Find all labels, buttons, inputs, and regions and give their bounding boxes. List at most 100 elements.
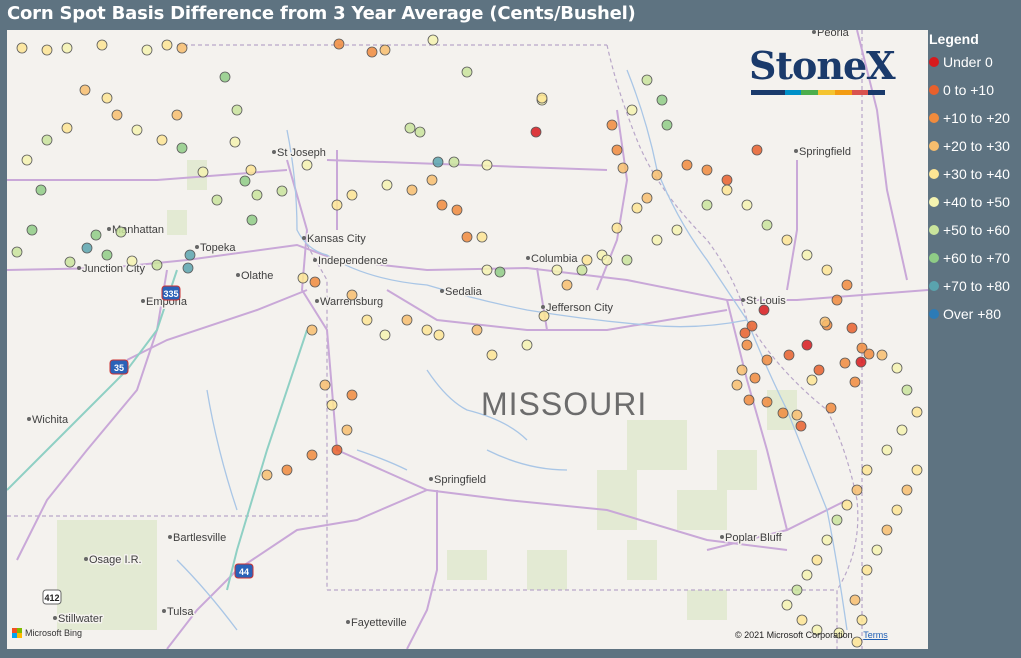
basis-point[interactable] xyxy=(795,420,807,432)
basis-point[interactable] xyxy=(626,104,638,116)
basis-point[interactable] xyxy=(821,534,833,546)
basis-point[interactable] xyxy=(306,324,318,336)
legend-item[interactable]: +10 to +20 xyxy=(929,108,1010,128)
basis-point[interactable] xyxy=(819,316,831,328)
basis-point[interactable] xyxy=(461,66,473,78)
legend-item[interactable]: +20 to +30 xyxy=(929,136,1010,156)
basis-point[interactable] xyxy=(251,189,263,201)
basis-point[interactable] xyxy=(881,444,893,456)
basis-point[interactable] xyxy=(611,144,623,156)
basis-point[interactable] xyxy=(426,174,438,186)
basis-point[interactable] xyxy=(421,324,433,336)
basis-point[interactable] xyxy=(64,256,76,268)
basis-point[interactable] xyxy=(576,264,588,276)
basis-point[interactable] xyxy=(141,44,153,56)
basis-point[interactable] xyxy=(801,339,813,351)
basis-point[interactable] xyxy=(876,349,888,361)
basis-point[interactable] xyxy=(781,234,793,246)
basis-point[interactable] xyxy=(131,124,143,136)
basis-point[interactable] xyxy=(346,189,358,201)
legend-item[interactable]: Over +80 xyxy=(929,304,1001,324)
basis-point[interactable] xyxy=(486,349,498,361)
basis-point[interactable] xyxy=(432,156,444,168)
legend-item[interactable]: +40 to +50 xyxy=(929,192,1010,212)
basis-point[interactable] xyxy=(551,264,563,276)
basis-point[interactable] xyxy=(701,164,713,176)
basis-point[interactable] xyxy=(621,254,633,266)
basis-point[interactable] xyxy=(219,71,231,83)
basis-point[interactable] xyxy=(538,310,550,322)
basis-point[interactable] xyxy=(863,348,875,360)
basis-point[interactable] xyxy=(231,104,243,116)
basis-point[interactable] xyxy=(896,424,908,436)
basis-point[interactable] xyxy=(81,242,93,254)
basis-point[interactable] xyxy=(801,249,813,261)
basis-point[interactable] xyxy=(239,175,251,187)
basis-point[interactable] xyxy=(783,349,795,361)
basis-point[interactable] xyxy=(366,46,378,58)
basis-point[interactable] xyxy=(182,262,194,274)
basis-point[interactable] xyxy=(831,514,843,526)
basis-point[interactable] xyxy=(617,162,629,174)
legend-item[interactable]: +70 to +80 xyxy=(929,276,1010,296)
basis-point[interactable] xyxy=(825,402,837,414)
basis-point[interactable] xyxy=(741,339,753,351)
basis-point[interactable] xyxy=(451,204,463,216)
basis-point[interactable] xyxy=(791,584,803,596)
legend-item[interactable]: +60 to +70 xyxy=(929,248,1010,268)
basis-point[interactable] xyxy=(101,249,113,261)
basis-point[interactable] xyxy=(761,219,773,231)
basis-point[interactable] xyxy=(481,264,493,276)
basis-point[interactable] xyxy=(813,364,825,376)
basis-point[interactable] xyxy=(319,379,331,391)
basis-point[interactable] xyxy=(656,94,668,106)
terms-link[interactable]: Terms xyxy=(863,630,888,640)
basis-point[interactable] xyxy=(741,199,753,211)
basis-point[interactable] xyxy=(333,38,345,50)
basis-point[interactable] xyxy=(171,109,183,121)
basis-point[interactable] xyxy=(211,194,223,206)
basis-point[interactable] xyxy=(346,289,358,301)
basis-point[interactable] xyxy=(530,126,542,138)
basis-point[interactable] xyxy=(161,39,173,51)
basis-point[interactable] xyxy=(96,39,108,51)
legend-item[interactable]: +30 to +40 xyxy=(929,164,1010,184)
basis-point[interactable] xyxy=(651,234,663,246)
basis-point[interactable] xyxy=(101,92,113,104)
basis-point[interactable] xyxy=(901,484,913,496)
basis-point[interactable] xyxy=(561,279,573,291)
basis-point[interactable] xyxy=(297,272,309,284)
basis-point[interactable] xyxy=(481,159,493,171)
basis-point[interactable] xyxy=(246,214,258,226)
basis-point[interactable] xyxy=(856,614,868,626)
basis-point[interactable] xyxy=(61,42,73,54)
basis-point[interactable] xyxy=(631,202,643,214)
basis-point[interactable] xyxy=(736,364,748,376)
basis-point[interactable] xyxy=(306,449,318,461)
basis-point[interactable] xyxy=(281,464,293,476)
basis-point[interactable] xyxy=(245,164,257,176)
basis-point[interactable] xyxy=(811,554,823,566)
basis-point[interactable] xyxy=(61,122,73,134)
basis-point[interactable] xyxy=(379,44,391,56)
basis-point[interactable] xyxy=(427,34,439,46)
basis-point[interactable] xyxy=(801,569,813,581)
basis-point[interactable] xyxy=(21,154,33,166)
basis-point[interactable] xyxy=(849,376,861,388)
basis-point[interactable] xyxy=(381,179,393,191)
basis-point[interactable] xyxy=(414,126,426,138)
basis-point[interactable] xyxy=(891,362,903,374)
basis-point[interactable] xyxy=(261,469,273,481)
map-svg[interactable]: MISSOURI St JosephManhattanTopekaKansas … xyxy=(7,30,928,649)
basis-point[interactable] xyxy=(641,74,653,86)
basis-point[interactable] xyxy=(701,199,713,211)
basis-point[interactable] xyxy=(494,266,506,278)
basis-point[interactable] xyxy=(35,184,47,196)
basis-point[interactable] xyxy=(661,119,673,131)
basis-point[interactable] xyxy=(406,184,418,196)
basis-point[interactable] xyxy=(831,294,843,306)
basis-point[interactable] xyxy=(891,504,903,516)
basis-point[interactable] xyxy=(404,122,416,134)
basis-point[interactable] xyxy=(331,199,343,211)
legend-item[interactable]: +50 to +60 xyxy=(929,220,1010,240)
